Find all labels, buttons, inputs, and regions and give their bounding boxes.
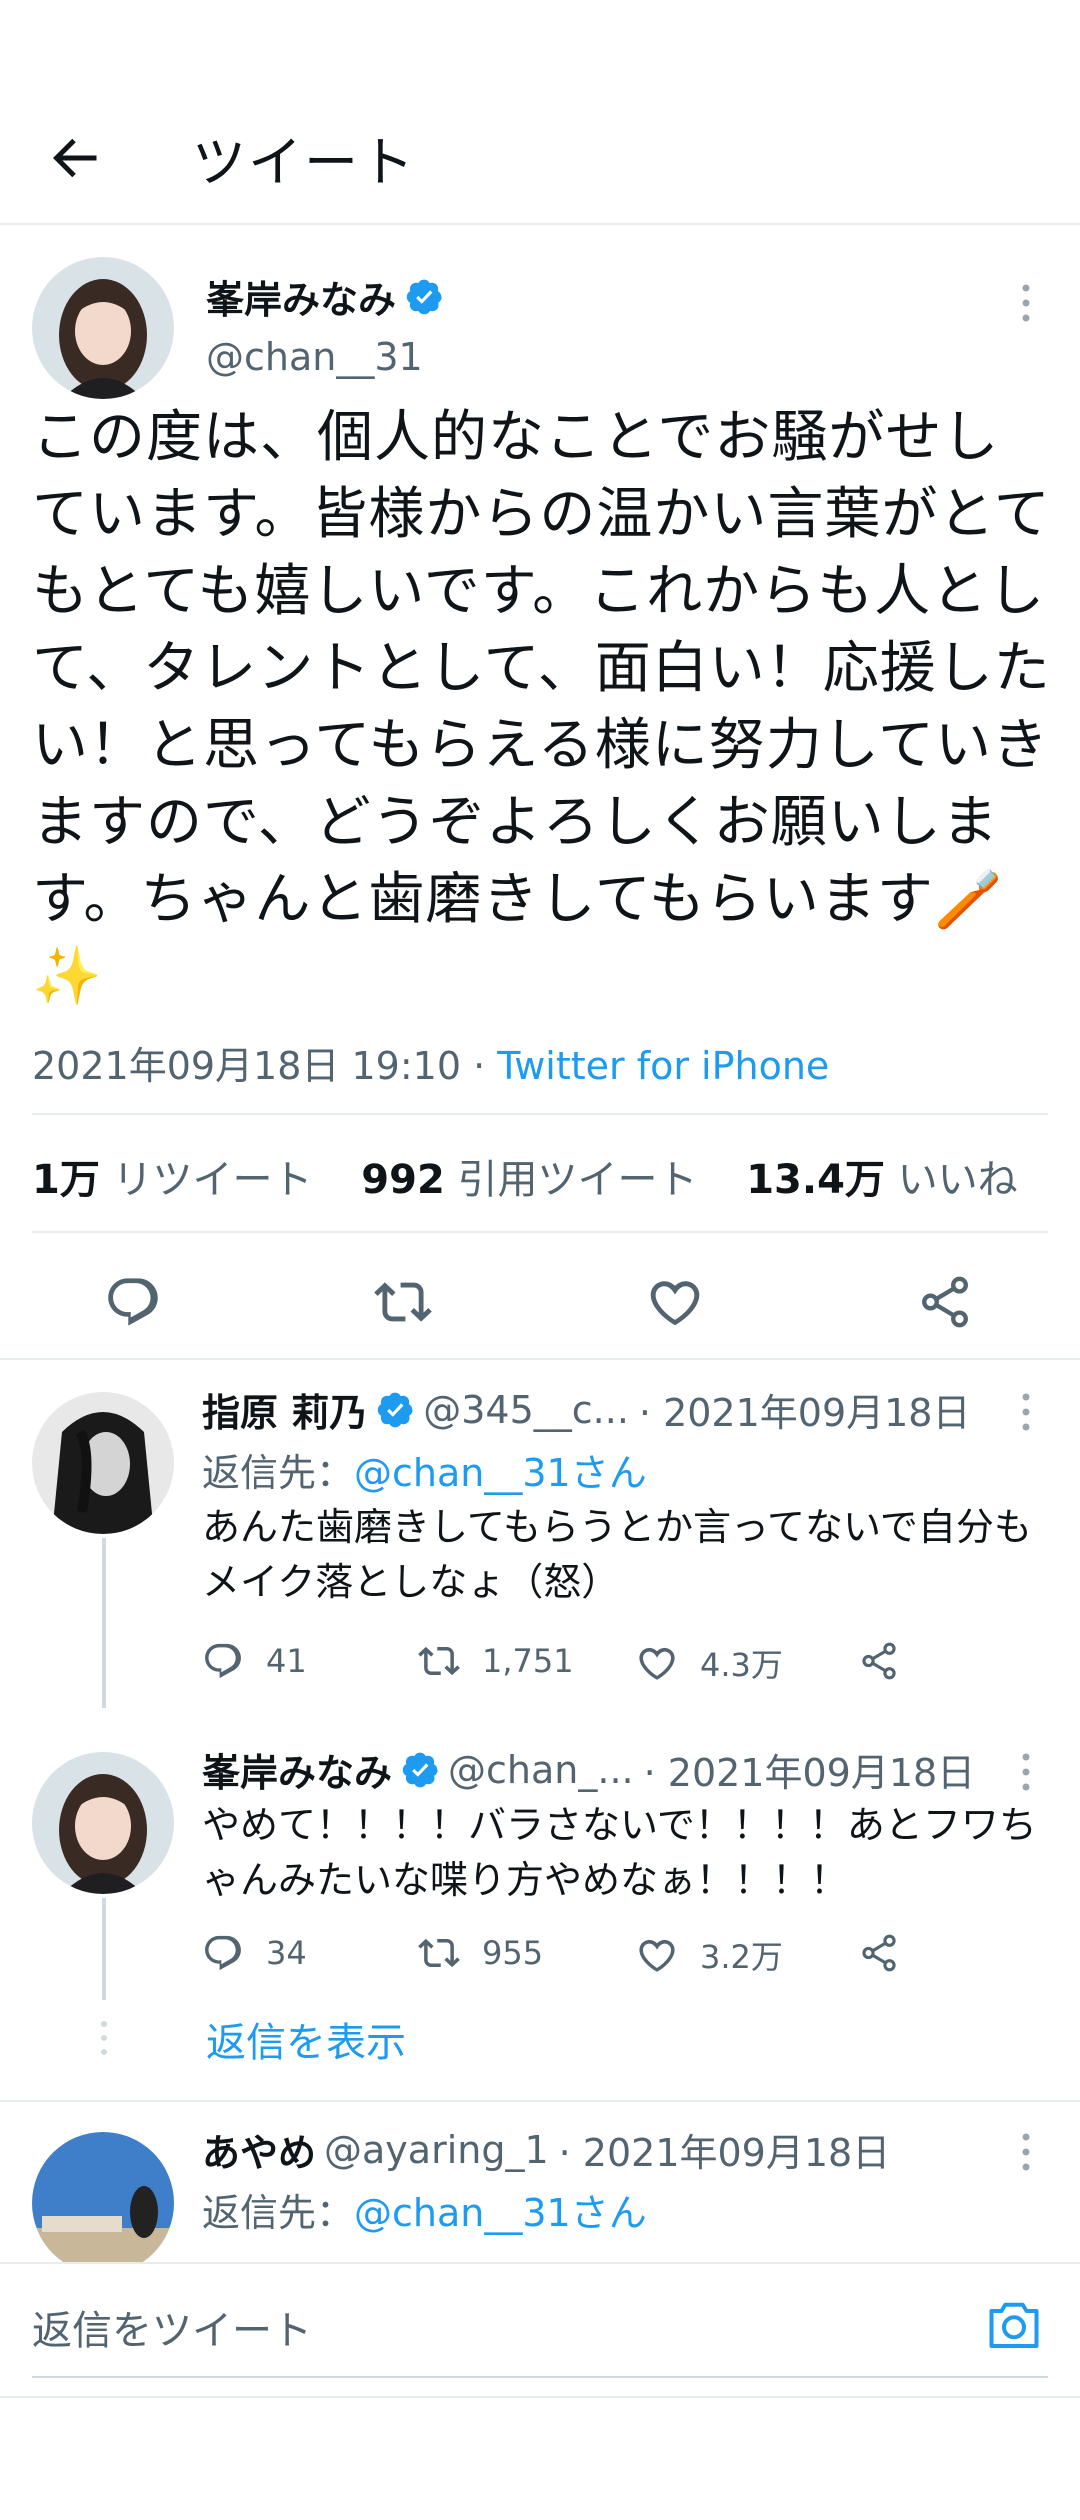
more-icon[interactable]	[1018, 283, 1034, 323]
retweet-icon	[418, 1932, 460, 1974]
page-title: ツイート	[192, 131, 416, 194]
author-handle[interactable]: @chan__31	[206, 335, 423, 379]
likes-stat[interactable]: 13.4万 いいね	[746, 1157, 1017, 1203]
like-icon	[636, 1934, 678, 1976]
divider	[32, 1231, 1048, 1233]
divider	[0, 2396, 1080, 2398]
reply-author-name[interactable]: 峯岸みなみ	[202, 1742, 392, 1797]
reply-icon	[202, 1932, 244, 1974]
reply-to: 返信先：@chan__31さん	[202, 2191, 647, 2235]
reply-author-name[interactable]: 指原 莉乃	[202, 1382, 367, 1437]
reply-actions: 41 1,751 4.3万	[202, 1640, 902, 1690]
retweet-icon	[418, 1640, 460, 1682]
reply-header: 指原 莉乃 @345__c... · 2021年09月18日	[202, 1382, 970, 1437]
like-button[interactable]: 4.3万	[636, 1640, 783, 1686]
share-icon[interactable]	[916, 1273, 974, 1331]
thread-dots	[101, 2021, 107, 2055]
share-button[interactable]	[858, 1640, 922, 1682]
input-underline	[32, 2376, 1048, 2378]
app-header: ツイート	[0, 80, 1080, 225]
verified-badge-icon	[377, 1391, 415, 1429]
more-icon[interactable]	[1018, 1752, 1034, 1792]
thread-line	[102, 1538, 106, 1708]
author-name: 峯岸みなみ	[206, 278, 397, 322]
reply-date[interactable]: · 2021年09月18日	[644, 1742, 976, 1797]
reply-date[interactable]: · 2021年09月18日	[559, 2122, 891, 2177]
quotes-stat[interactable]: 992 引用ツイート	[361, 1157, 697, 1203]
retweet-button[interactable]: 1,751	[418, 1640, 574, 1682]
verified-badge-icon	[406, 278, 444, 316]
reply-tweet[interactable]: あやめ @ayaring_1 · 2021年09月18日 返信先：@chan__…	[0, 2102, 1080, 2262]
reply-input[interactable]: 返信をツイート	[32, 2298, 312, 2356]
retweets-stat[interactable]: 1万 リツイート	[32, 1157, 313, 1203]
retweet-icon[interactable]	[374, 1273, 432, 1331]
tweet-datetime[interactable]: 2021年09月18日 19:10	[32, 1044, 461, 1088]
reply-to: 返信先：@chan__31さん	[202, 1451, 647, 1495]
tweet-stats: 1万 リツイート 992 引用ツイート 13.4万 いいね	[32, 1147, 1054, 1205]
reply-author-handle[interactable]: @ayaring_1	[324, 2128, 549, 2172]
reply-icon[interactable]	[104, 1273, 162, 1331]
avatar[interactable]	[32, 257, 174, 399]
reply-icon	[202, 1640, 244, 1682]
reply-button[interactable]: 34	[202, 1932, 307, 1974]
mention-link[interactable]: @chan__31さん	[354, 2191, 647, 2235]
reply-header: あやめ @ayaring_1 · 2021年09月18日	[202, 2122, 890, 2177]
reply-author-name[interactable]: あやめ	[202, 2122, 316, 2177]
camera-icon[interactable]	[984, 2296, 1044, 2356]
mention-link[interactable]: @chan__31さん	[354, 1451, 647, 1495]
share-button[interactable]	[858, 1932, 922, 1974]
tweet-actions	[0, 1257, 1080, 1357]
reply-button[interactable]: 41	[202, 1640, 307, 1682]
share-icon	[858, 1932, 900, 1974]
divider	[32, 1113, 1048, 1115]
more-icon[interactable]	[1018, 2132, 1034, 2172]
divider	[0, 1358, 1080, 1360]
avatar[interactable]	[32, 2132, 174, 2262]
back-arrow-icon[interactable]	[44, 128, 104, 188]
reply-header: 峯岸みなみ @chan_... · 2021年09月18日	[202, 1742, 975, 1797]
reply-text: あんた歯磨きしてもらうとか言ってないで自分もメイク落としなょ（怒）	[202, 1505, 1032, 1604]
share-icon	[858, 1640, 900, 1682]
reply-actions: 34 955 3.2万	[202, 1932, 902, 1982]
meta-separator: ·	[461, 1044, 498, 1088]
tweet-text: この度は、個人的なことでお騒がせしています。皆様からの温かい言葉がとてもとても嬉…	[32, 405, 1051, 1009]
show-replies-link[interactable]: 返信を表示	[206, 2010, 406, 2068]
verified-badge-icon	[402, 1751, 440, 1789]
avatar[interactable]	[32, 1392, 174, 1534]
avatar[interactable]	[32, 1752, 174, 1894]
thread-line	[102, 1898, 106, 2000]
reply-compose-bar: 返信をツイート	[0, 2262, 1080, 2392]
like-icon	[636, 1642, 678, 1684]
reply-date[interactable]: · 2021年09月18日	[639, 1382, 971, 1437]
author-name-row[interactable]: 峯岸みなみ	[206, 269, 444, 324]
reply-text: やめて！！！！バラさないで！！！！あとフワちゃんみたいな喋り方やめなぁ！！！！	[202, 1803, 1037, 1902]
tweet-source-link[interactable]: Twitter for iPhone	[497, 1044, 829, 1088]
like-icon[interactable]	[646, 1273, 704, 1331]
like-button[interactable]: 3.2万	[636, 1932, 783, 1978]
retweet-button[interactable]: 955	[418, 1932, 543, 1974]
more-icon[interactable]	[1018, 1392, 1034, 1432]
reply-author-handle[interactable]: @345__c...	[423, 1388, 629, 1432]
reply-author-handle[interactable]: @chan_...	[448, 1748, 634, 1792]
tweet-meta: 2021年09月18日 19:10 · Twitter for iPhone	[32, 1035, 829, 1090]
